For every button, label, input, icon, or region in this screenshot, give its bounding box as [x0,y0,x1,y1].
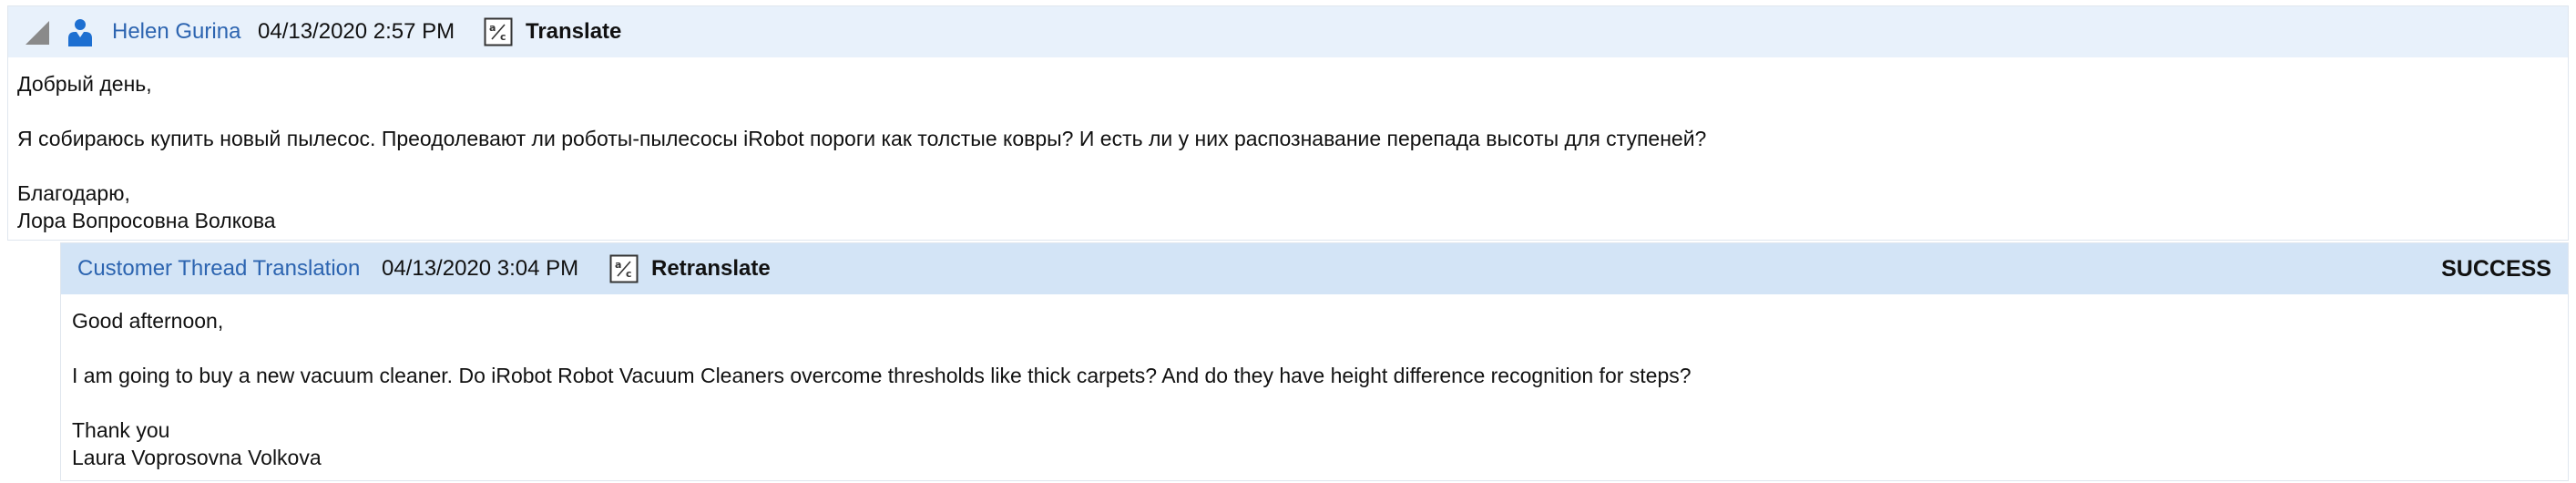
translated-message: Customer Thread Translation 04/13/2020 3… [60,242,2569,481]
message-paragraph: Я собираюсь купить новый пылесос. Преодо… [17,127,1707,150]
message-timestamp: 04/13/2020 2:57 PM [258,19,455,44]
svg-text:a: a [615,259,621,271]
svg-text:c: c [626,268,632,280]
original-message-body: Добрый день, Я собираюсь купить новый пы… [8,57,2568,234]
author-link[interactable]: Helen Gurina [112,6,240,57]
translated-message-header: Customer Thread Translation 04/13/2020 3… [61,243,2568,294]
translation-paragraph: I am going to buy a new vacuum cleaner. … [72,364,1692,387]
translation-timestamp: 04/13/2020 3:04 PM [382,256,579,281]
message-closing: Благодарю, [17,181,130,205]
translation-author-link[interactable]: Customer Thread Translation [77,243,360,294]
message-greeting: Добрый день, [17,72,152,96]
translated-message-body: Good afternoon, I am going to buy a new … [61,294,2568,471]
translation-greeting: Good afternoon, [72,309,224,333]
svg-text:c: c [500,31,506,43]
svg-text:a: a [489,22,496,34]
retranslate-label: Retranslate [651,256,771,281]
collapse-triangle-icon[interactable] [24,19,51,46]
original-message: Helen Gurina 04/13/2020 2:57 PM a c Tran… [7,5,2569,241]
translate-icon: a c [484,17,513,46]
message-signature: Лора Вопросовна Волкова [17,209,276,232]
translate-label: Translate [526,19,622,44]
translate-button[interactable]: a c Translate [484,6,621,57]
translate-icon: a c [609,254,639,283]
translation-signature: Laura Voprosovna Volkova [72,446,322,469]
translation-closing: Thank you [72,418,170,442]
original-message-header: Helen Gurina 04/13/2020 2:57 PM a c Tran… [8,6,2568,57]
status-badge: SUCCESS [2441,256,2551,282]
retranslate-button[interactable]: a c Retranslate [609,243,771,294]
user-icon [66,18,94,47]
